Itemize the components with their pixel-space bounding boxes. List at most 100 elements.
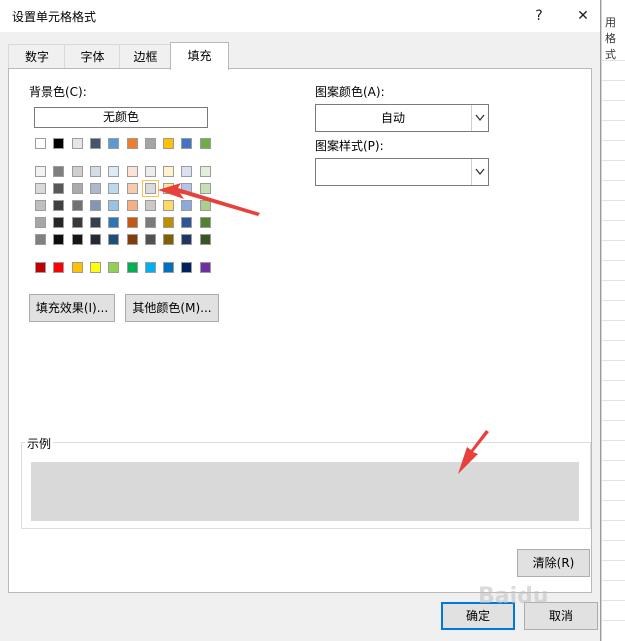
color-swatch[interactable]: [126, 262, 138, 273]
color-swatch[interactable]: [126, 217, 138, 228]
color-swatch[interactable]: [108, 262, 120, 273]
color-swatch[interactable]: [35, 166, 46, 177]
pattern-style-label: 图案样式(P):: [315, 139, 384, 153]
color-swatch[interactable]: [71, 217, 83, 228]
color-swatch[interactable]: [199, 200, 211, 211]
color-swatch[interactable]: [144, 262, 156, 273]
color-swatch[interactable]: [53, 234, 65, 245]
color-swatch[interactable]: [108, 138, 120, 149]
color-swatch[interactable]: [126, 183, 138, 194]
gridline: [602, 200, 625, 201]
color-swatch[interactable]: [199, 234, 211, 245]
tab-number[interactable]: 数字: [8, 44, 66, 69]
pattern-color-select[interactable]: 自动: [315, 104, 489, 132]
color-swatch[interactable]: [53, 138, 65, 149]
color-swatch[interactable]: [71, 183, 83, 194]
gridline: [602, 560, 625, 561]
color-swatch[interactable]: [199, 183, 211, 194]
color-swatch[interactable]: [35, 234, 46, 245]
color-swatch[interactable]: [89, 183, 101, 194]
tab-border[interactable]: 边框: [119, 44, 172, 69]
color-swatch[interactable]: [141, 180, 159, 197]
gridline: [602, 580, 625, 581]
color-swatch[interactable]: [89, 200, 101, 211]
sheet-fragment: 格式: [605, 32, 616, 61]
color-swatch[interactable]: [163, 200, 175, 211]
color-swatch[interactable]: [181, 200, 193, 211]
tab-font[interactable]: 字体: [64, 44, 121, 69]
color-swatch[interactable]: [71, 166, 83, 177]
more-colors-button[interactable]: 其他颜色(M)...: [125, 294, 219, 322]
color-swatch[interactable]: [163, 234, 175, 245]
gridline: [602, 180, 625, 181]
color-swatch[interactable]: [144, 166, 156, 177]
color-swatch[interactable]: [126, 234, 138, 245]
gridline: [602, 380, 625, 381]
no-color-button[interactable]: 无颜色: [34, 107, 208, 128]
color-swatch[interactable]: [163, 138, 175, 149]
color-swatch[interactable]: [53, 166, 65, 177]
color-swatch[interactable]: [71, 200, 83, 211]
color-swatch[interactable]: [163, 262, 175, 273]
pattern-color-label: 图案颜色(A):: [315, 85, 385, 99]
tab-fill[interactable]: 填充: [170, 42, 229, 70]
color-swatch[interactable]: [89, 234, 101, 245]
clear-button[interactable]: 清除(R): [517, 549, 590, 577]
color-swatch[interactable]: [199, 262, 211, 273]
color-swatch[interactable]: [71, 262, 83, 273]
color-swatch[interactable]: [108, 183, 120, 194]
color-swatch[interactable]: [126, 200, 138, 211]
gridline: [602, 100, 625, 101]
color-swatch[interactable]: [163, 217, 175, 228]
pattern-color-value: 自动: [380, 111, 405, 125]
color-swatch[interactable]: [71, 138, 83, 149]
title-bar: 设置单元格格式 ? ✕: [0, 0, 600, 32]
color-swatch[interactable]: [181, 262, 193, 273]
color-swatch[interactable]: [181, 138, 193, 149]
color-swatch[interactable]: [199, 166, 211, 177]
color-swatch[interactable]: [199, 217, 211, 228]
color-swatch[interactable]: [89, 166, 101, 177]
color-swatch[interactable]: [144, 200, 156, 211]
color-swatch[interactable]: [144, 234, 156, 245]
color-swatch[interactable]: [35, 217, 46, 228]
color-swatch[interactable]: [163, 183, 175, 194]
color-swatch[interactable]: [89, 262, 101, 273]
color-swatch[interactable]: [108, 200, 120, 211]
color-swatch[interactable]: [108, 234, 120, 245]
color-swatch[interactable]: [35, 262, 46, 273]
color-swatch[interactable]: [89, 138, 101, 149]
gridline: [602, 300, 625, 301]
color-swatch[interactable]: [181, 166, 193, 177]
color-swatch[interactable]: [108, 166, 120, 177]
color-swatch[interactable]: [181, 217, 193, 228]
pattern-style-select[interactable]: [315, 158, 489, 186]
close-button[interactable]: ✕: [568, 4, 598, 28]
gridline: [602, 140, 625, 141]
color-swatch[interactable]: [89, 217, 101, 228]
gridline: [602, 340, 625, 341]
color-swatch[interactable]: [71, 234, 83, 245]
color-swatch[interactable]: [126, 166, 138, 177]
color-swatch[interactable]: [126, 138, 138, 149]
help-button[interactable]: ?: [524, 4, 554, 28]
color-swatch[interactable]: [181, 183, 193, 194]
color-swatch[interactable]: [199, 138, 211, 149]
chevron-down-icon: [475, 114, 485, 122]
color-swatch[interactable]: [53, 262, 65, 273]
color-swatch[interactable]: [163, 166, 175, 177]
color-swatch[interactable]: [35, 200, 46, 211]
pattern-color-dropdown-button[interactable]: [471, 105, 488, 131]
color-swatch[interactable]: [53, 200, 65, 211]
color-swatch[interactable]: [35, 183, 46, 194]
color-swatch[interactable]: [144, 138, 156, 149]
color-swatch[interactable]: [35, 138, 46, 149]
color-swatch[interactable]: [53, 217, 65, 228]
fill-effects-button[interactable]: 填充效果(I)...: [29, 294, 115, 322]
pattern-style-dropdown-button[interactable]: [471, 159, 488, 185]
gridline: [602, 540, 625, 541]
color-swatch[interactable]: [108, 217, 120, 228]
color-swatch[interactable]: [144, 217, 156, 228]
color-swatch[interactable]: [181, 234, 193, 245]
color-swatch[interactable]: [53, 183, 65, 194]
